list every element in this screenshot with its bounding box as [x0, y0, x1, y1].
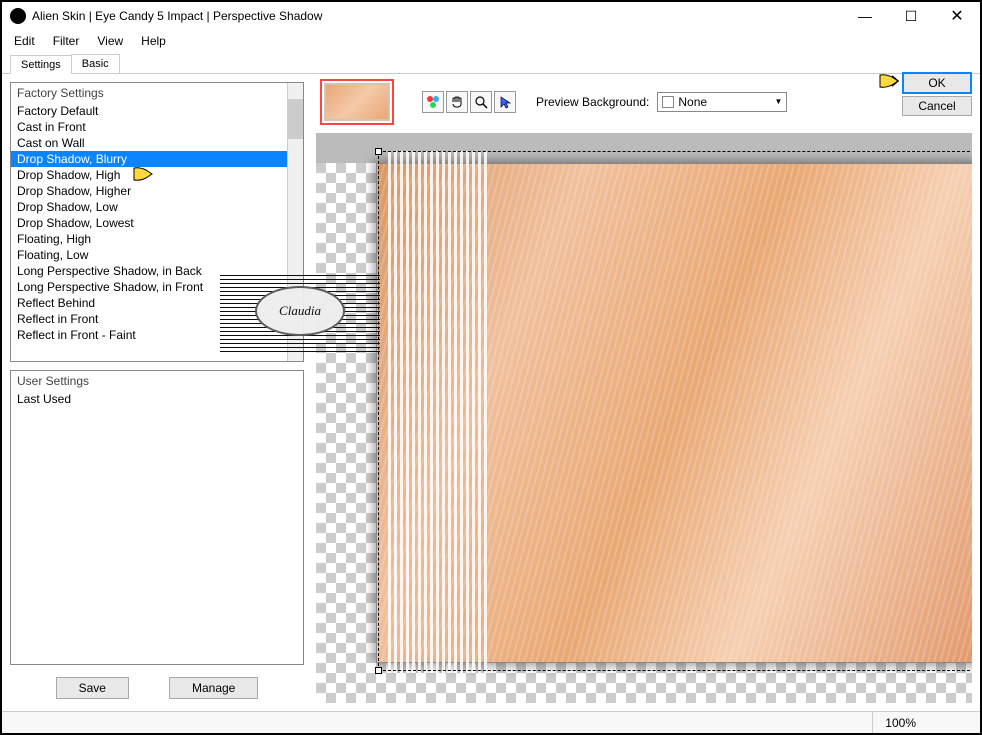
maximize-button[interactable]: ☐	[888, 2, 934, 30]
factory-item[interactable]: Floating, High	[11, 231, 287, 247]
menu-edit[interactable]: Edit	[6, 32, 43, 50]
zoom-level: 100%	[872, 712, 956, 733]
combo-swatch	[662, 96, 674, 108]
preview-thumbnail[interactable]	[320, 79, 394, 125]
preview-toolbar: Preview Background: None ▼	[312, 74, 980, 129]
close-button[interactable]: ✕	[934, 2, 980, 30]
save-button[interactable]: Save	[56, 677, 129, 699]
window-controls: — ☐ ✕	[842, 2, 980, 30]
titlebar: Alien Skin | Eye Candy 5 Impact | Perspe…	[2, 2, 980, 30]
scroll-thumb[interactable]	[288, 99, 303, 139]
dialog-buttons: OK Cancel	[902, 72, 972, 116]
app-icon	[10, 8, 26, 24]
factory-scrollbar[interactable]	[287, 83, 303, 361]
left-panel: Factory Settings Factory DefaultCast in …	[2, 74, 312, 711]
factory-item[interactable]: Drop Shadow, Lowest	[11, 215, 287, 231]
tool-buttons	[422, 91, 516, 113]
user-header: User Settings	[11, 371, 303, 391]
arrow-tool-icon[interactable]	[494, 91, 516, 113]
factory-item[interactable]: Reflect in Front	[11, 311, 287, 327]
factory-header: Factory Settings	[11, 83, 287, 103]
factory-item[interactable]: Reflect in Front - Faint	[11, 327, 287, 343]
hand-tool-icon[interactable]	[446, 91, 468, 113]
factory-item[interactable]: Long Perspective Shadow, in Back	[11, 263, 287, 279]
color-picker-tool[interactable]	[422, 91, 444, 113]
content-area: Factory Settings Factory DefaultCast in …	[2, 74, 980, 711]
factory-item[interactable]: Factory Default	[11, 103, 287, 119]
manage-button[interactable]: Manage	[169, 677, 258, 699]
tab-settings[interactable]: Settings	[10, 55, 72, 74]
factory-item[interactable]: Floating, Low	[11, 247, 287, 263]
user-item[interactable]: Last Used	[11, 391, 303, 407]
statusbar: 100%	[2, 711, 980, 733]
minimize-button[interactable]: —	[842, 2, 888, 30]
menubar: Edit Filter View Help	[2, 30, 980, 52]
preview-bg-label: Preview Background:	[536, 95, 649, 109]
menu-filter[interactable]: Filter	[45, 32, 88, 50]
factory-item[interactable]: Drop Shadow, Higher	[11, 183, 287, 199]
right-panel: OK Cancel	[312, 74, 980, 711]
thumbnail-image	[324, 83, 390, 121]
menu-help[interactable]: Help	[133, 32, 174, 50]
factory-item[interactable]: Drop Shadow, Low	[11, 199, 287, 215]
factory-list-inner: Factory Settings Factory DefaultCast in …	[11, 83, 287, 361]
preview-canvas[interactable]	[316, 133, 972, 703]
user-settings-list: User Settings Last Used	[10, 370, 304, 665]
preview-bg-combo[interactable]: None ▼	[657, 92, 787, 112]
menu-view[interactable]: View	[89, 32, 131, 50]
zoom-tool-icon[interactable]	[470, 91, 492, 113]
factory-item[interactable]: Cast in Front	[11, 119, 287, 135]
cancel-button[interactable]: Cancel	[902, 96, 972, 116]
list-buttons: Save Manage	[10, 673, 304, 703]
combo-value: None	[678, 95, 707, 109]
tab-basic[interactable]: Basic	[71, 54, 120, 73]
window-title: Alien Skin | Eye Candy 5 Impact | Perspe…	[32, 9, 842, 23]
factory-item[interactable]: Drop Shadow, Blurry	[11, 151, 287, 167]
factory-settings-list: Factory Settings Factory DefaultCast in …	[10, 82, 304, 362]
factory-item[interactable]: Reflect Behind	[11, 295, 287, 311]
factory-item[interactable]: Drop Shadow, High	[11, 167, 287, 183]
factory-item[interactable]: Long Perspective Shadow, in Front	[11, 279, 287, 295]
factory-item[interactable]: Cast on Wall	[11, 135, 287, 151]
ok-button[interactable]: OK	[902, 72, 972, 94]
chevron-down-icon: ▼	[774, 97, 782, 106]
preview-stripe-overlay	[388, 151, 488, 673]
tab-bar: Settings Basic	[2, 52, 980, 74]
